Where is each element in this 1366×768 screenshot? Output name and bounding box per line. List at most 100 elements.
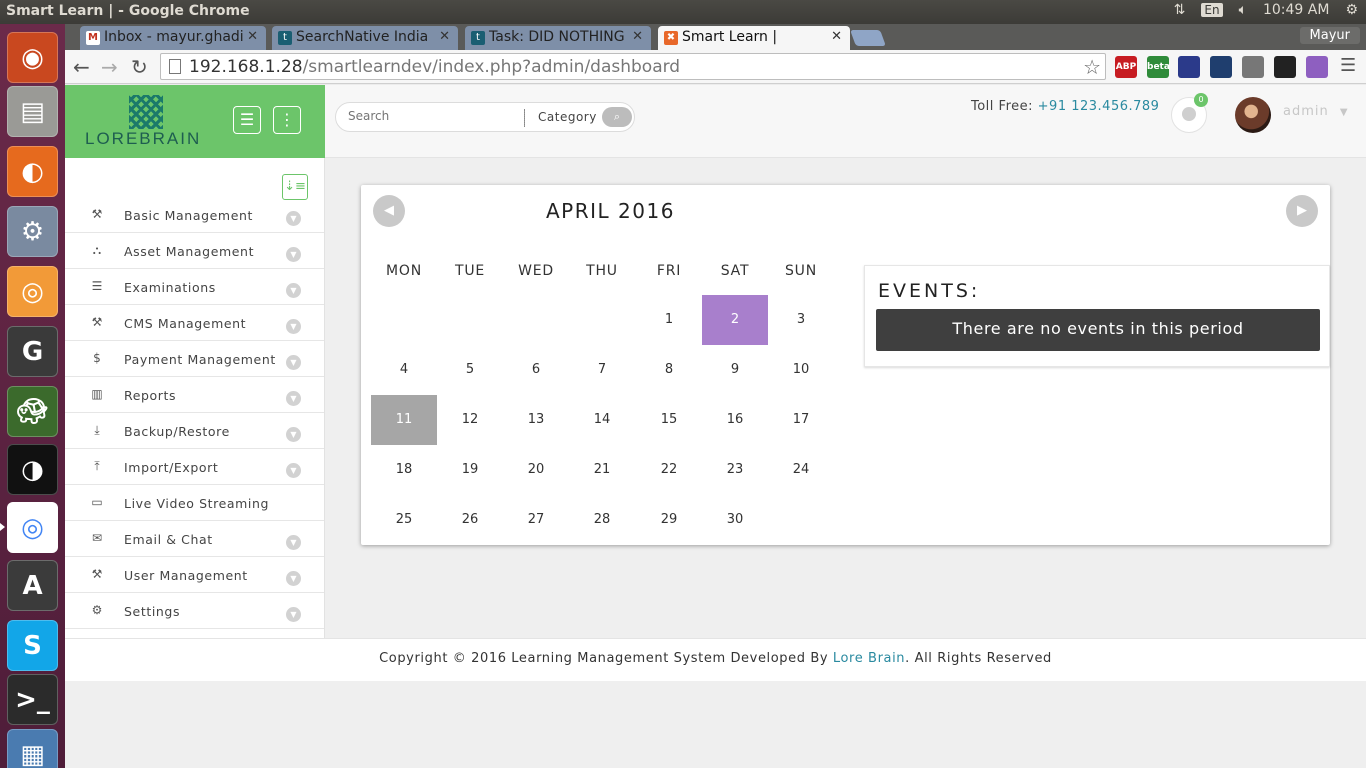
tab-searchnative[interactable]: t SearchNative India ✕: [272, 26, 458, 50]
sidebar-item-import-export[interactable]: ⤒ Import/Export ▼: [65, 449, 324, 485]
calendar-day[interactable]: 3: [768, 295, 834, 345]
address-bar[interactable]: 192.168.1.28/smartlearndev/index.php?adm…: [160, 53, 1106, 80]
tab-inbox[interactable]: M Inbox - mayur.ghadi ✕: [80, 26, 266, 50]
calendar-day[interactable]: 8: [636, 345, 702, 395]
calendar-day[interactable]: 14: [569, 395, 635, 445]
calendar-day[interactable]: 23: [702, 445, 768, 495]
calendar-day[interactable]: 20: [503, 445, 569, 495]
monitor-icon: ▭: [91, 495, 103, 509]
close-icon[interactable]: ✕: [632, 29, 643, 44]
notification-badge: 0: [1194, 93, 1208, 107]
calendar-day[interactable]: 17: [768, 395, 834, 445]
settings-icon[interactable]: ⚙: [7, 206, 58, 257]
sublime-icon[interactable]: ◎: [7, 266, 58, 317]
close-icon[interactable]: ✕: [439, 29, 450, 44]
calendar-day[interactable]: 9: [702, 345, 768, 395]
calendar-day[interactable]: 7: [569, 345, 635, 395]
back-icon[interactable]: ←: [73, 55, 90, 79]
calendar-day[interactable]: 11: [371, 395, 437, 445]
notifications-button[interactable]: 0: [1171, 93, 1208, 133]
feather-extension-icon[interactable]: [1306, 56, 1328, 78]
sidebar-item-live-video-streaming[interactable]: ▭ Live Video Streaming: [65, 485, 324, 521]
chrome-icon[interactable]: ◎: [7, 502, 58, 553]
sidebar-item-cms-management[interactable]: ⚒ CMS Management ▼: [65, 305, 324, 341]
sidebar-item-settings[interactable]: ⚙ Settings ▼: [65, 593, 324, 629]
calendar-day[interactable]: 28: [569, 495, 635, 545]
calendar-day[interactable]: 27: [503, 495, 569, 545]
calendar-day[interactable]: 25: [371, 495, 437, 545]
ubuntu-dash-icon[interactable]: ◉: [7, 32, 58, 83]
more-options-button[interactable]: ⋮: [273, 106, 301, 134]
calendar-day[interactable]: 22: [636, 445, 702, 495]
toll-free-info: Toll Free: +91 123.456.789: [971, 99, 1159, 114]
clock[interactable]: 10:49 AM: [1263, 2, 1329, 18]
bookmark-star-icon[interactable]: ☆: [1083, 55, 1101, 79]
calendar-day[interactable]: 5: [437, 345, 503, 395]
toll-free-number[interactable]: +91 123.456.789: [1038, 99, 1160, 114]
firefox-icon[interactable]: ◐: [7, 146, 58, 197]
new-tab-button[interactable]: [850, 30, 886, 46]
close-icon[interactable]: ✕: [831, 29, 842, 44]
avatar[interactable]: [1235, 97, 1271, 133]
next-month-button[interactable]: ▶: [1286, 195, 1318, 227]
grid-extension-icon[interactable]: [1242, 56, 1264, 78]
git-icon[interactable]: G: [7, 326, 58, 377]
software-center-icon[interactable]: A: [7, 560, 58, 611]
inkscape-icon[interactable]: ◑: [7, 444, 58, 495]
sidebar-item-reports[interactable]: ▥ Reports ▼: [65, 377, 324, 413]
calendar-day[interactable]: 2: [702, 295, 768, 345]
beta-extension-icon[interactable]: beta: [1147, 56, 1170, 78]
prev-month-button[interactable]: ◀: [373, 195, 405, 227]
calendar-day[interactable]: 19: [437, 445, 503, 495]
calendar-day[interactable]: 16: [702, 395, 768, 445]
profile-button[interactable]: Mayur: [1299, 27, 1360, 44]
calendar-day[interactable]: 10: [768, 345, 834, 395]
turtle-icon[interactable]: 🐢︎: [7, 386, 58, 437]
search-button[interactable]: ⌕: [602, 107, 632, 127]
adblock-plus-icon[interactable]: ABP: [1115, 56, 1137, 78]
power-icon[interactable]: ⚙: [1345, 2, 1358, 18]
calendar-day[interactable]: 13: [503, 395, 569, 445]
sidebar-item-backup-restore[interactable]: ⤓ Backup/Restore ▼: [65, 413, 324, 449]
user-menu[interactable]: admin ▼: [1283, 104, 1349, 119]
calendar-day[interactable]: 15: [636, 395, 702, 445]
window-title: Smart Learn | - Google Chrome: [6, 3, 250, 19]
sidebar-item-payment-management[interactable]: $ Payment Management ▼: [65, 341, 324, 377]
chart-extension-icon[interactable]: [1210, 56, 1232, 78]
lore-brain-link[interactable]: Lore Brain: [833, 651, 905, 666]
search-input[interactable]: [348, 109, 518, 123]
weekday-header: THU: [586, 263, 618, 279]
sidebar-item-basic-management[interactable]: ⚒ Basic Management ▼: [65, 197, 324, 233]
volume-icon[interactable]: 🔈︎: [1239, 2, 1247, 18]
sidebar-item-examinations[interactable]: ☰ Examinations ▼: [65, 269, 324, 305]
sidebar-item-user-management[interactable]: ⚒ User Management ▼: [65, 557, 324, 593]
calendar-day[interactable]: 6: [503, 345, 569, 395]
category-dropdown[interactable]: Category: [538, 110, 597, 124]
calendar-day[interactable]: 24: [768, 445, 834, 495]
calendar-day[interactable]: 30: [702, 495, 768, 545]
calendar-day[interactable]: 12: [437, 395, 503, 445]
calendar-day[interactable]: 1: [636, 295, 702, 345]
chrome-menu-icon[interactable]: ☰: [1340, 55, 1356, 76]
tab-task[interactable]: t Task: DID NOTHING ✕: [465, 26, 651, 50]
network-icon[interactable]: ⇅: [1174, 2, 1186, 18]
calendar-day[interactable]: 4: [371, 345, 437, 395]
calendar-day[interactable]: 26: [437, 495, 503, 545]
reload-icon[interactable]: ↻: [131, 55, 148, 79]
keyboard-layout-indicator[interactable]: En: [1201, 3, 1223, 17]
extension-icon[interactable]: [1178, 56, 1200, 78]
terminal-icon[interactable]: >_: [7, 674, 58, 725]
tab-smart-learn[interactable]: ✖ Smart Learn | ✕: [658, 26, 850, 50]
skype-icon[interactable]: S: [7, 620, 58, 671]
calendar-day[interactable]: 18: [371, 445, 437, 495]
forward-icon[interactable]: →: [101, 55, 118, 79]
sidebar-item-asset-management[interactable]: ⛬ Asset Management ▼: [65, 233, 324, 269]
close-icon[interactable]: ✕: [247, 29, 258, 44]
files-icon[interactable]: ▤: [7, 86, 58, 137]
calendar-day[interactable]: 21: [569, 445, 635, 495]
hamburger-menu-button[interactable]: ☰: [233, 106, 261, 134]
color-picker-icon[interactable]: [1274, 56, 1296, 78]
sidebar-item-email-chat[interactable]: ✉ Email & Chat ▼: [65, 521, 324, 557]
workspace-icon[interactable]: ▦: [7, 729, 58, 768]
calendar-day[interactable]: 29: [636, 495, 702, 545]
